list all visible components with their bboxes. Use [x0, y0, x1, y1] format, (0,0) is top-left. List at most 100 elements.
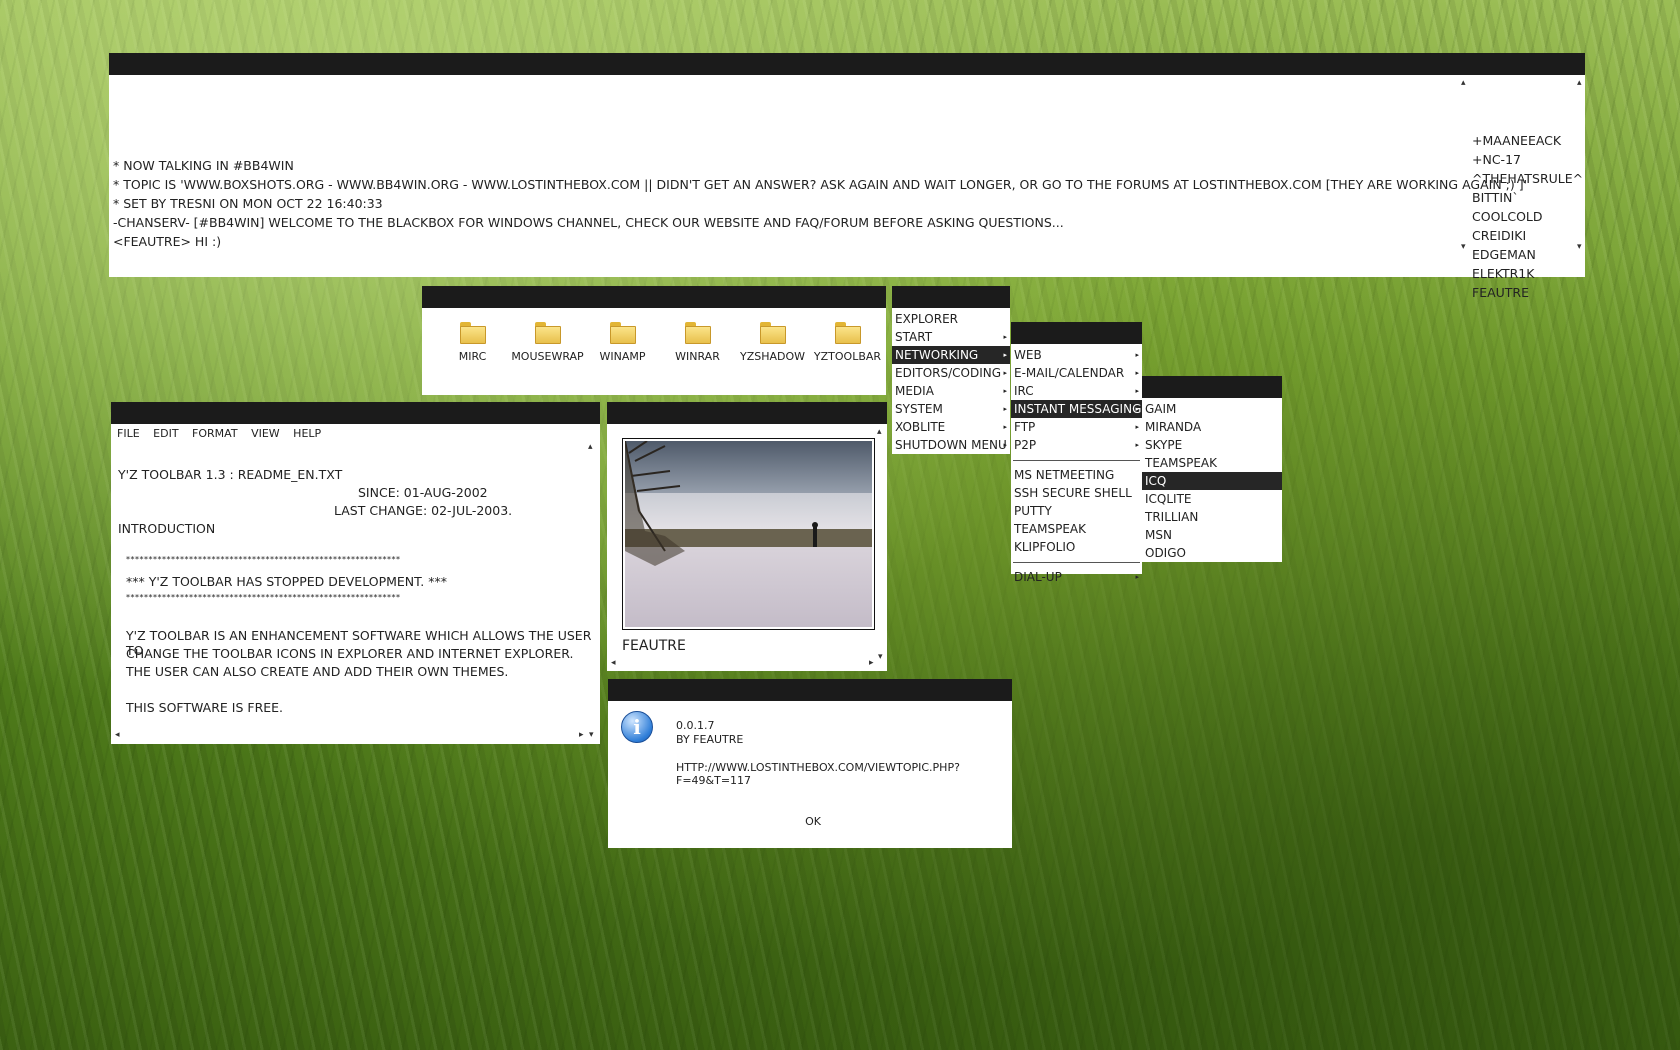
nick-item[interactable]: CREIDIKI	[1472, 226, 1582, 245]
nick-item[interactable]: FEAUTRE	[1472, 283, 1582, 302]
menu-item-skype[interactable]: SKYPE	[1142, 436, 1282, 454]
root-menu-titlebar[interactable]	[892, 286, 1010, 308]
menu-item-label: GAIM	[1145, 402, 1177, 416]
folder-winamp[interactable]: WINAMP	[585, 322, 660, 363]
ok-button[interactable]: OK	[798, 815, 828, 828]
menu-item-label: EDITORS/CODING	[895, 366, 1002, 380]
menu-item-dial-up[interactable]: DIAL-UP ▸	[1011, 568, 1142, 586]
irc-titlebar[interactable]	[109, 53, 1585, 75]
notepad-titlebar[interactable]	[111, 402, 600, 424]
menu-item-gaim[interactable]: GAIM	[1142, 400, 1282, 418]
readme-title: Y'Z TOOLBAR 1.3 : README_EN.TXT	[118, 467, 343, 482]
instant-messaging-submenu-titlebar[interactable]	[1142, 376, 1282, 398]
scroll-down-icon[interactable]: ▾	[878, 653, 883, 662]
menu-separator	[1013, 562, 1140, 563]
menu-item-system[interactable]: SYSTEM ▸	[892, 400, 1010, 418]
menu-format[interactable]: FORMAT	[192, 427, 238, 440]
folder-yzshadow[interactable]: YZSHADOW	[735, 322, 810, 363]
menu-file[interactable]: FILE	[117, 427, 140, 440]
menu-item-media[interactable]: MEDIA ▸	[892, 382, 1010, 400]
menu-item-label: MSN	[1145, 528, 1172, 542]
submenu-arrow-icon: ▸	[1003, 369, 1007, 377]
irc-message: <FEAUTRE> HI :)	[113, 234, 222, 249]
menu-help[interactable]: HELP	[293, 427, 321, 440]
menu-item-ftp[interactable]: FTP ▸	[1011, 418, 1142, 436]
submenu-arrow-icon: ▸	[1135, 351, 1139, 359]
beach-photo	[624, 440, 872, 627]
menu-item-klipfolio[interactable]: KLIPFOLIO	[1011, 538, 1142, 556]
folder-toolbar-titlebar[interactable]	[422, 286, 886, 308]
scroll-right-icon[interactable]: ▸	[579, 731, 584, 740]
irc-message: * NOW TALKING IN #BB4WIN	[113, 158, 294, 173]
nick-item[interactable]: +MAANEEACK	[1472, 131, 1582, 150]
folder-label: MIRC	[458, 350, 487, 363]
menu-item-label: KLIPFOLIO	[1014, 540, 1076, 554]
menu-item-email-calendar[interactable]: E-MAIL/CALENDAR ▸	[1011, 364, 1142, 382]
menu-item-label: P2P	[1014, 438, 1037, 452]
submenu-arrow-icon: ▸	[1135, 369, 1139, 377]
menu-item-putty[interactable]: PUTTY	[1011, 502, 1142, 520]
menu-item-start[interactable]: START ▸	[892, 328, 1010, 346]
menu-item-label: START	[895, 330, 933, 344]
scroll-left-icon[interactable]: ◂	[115, 731, 120, 740]
scroll-up-icon[interactable]: ▴	[588, 443, 593, 452]
scroll-up-icon[interactable]: ▴	[877, 428, 882, 437]
nick-item[interactable]: COOLCOLD	[1472, 207, 1582, 226]
menu-item-trillian[interactable]: TRILLIAN	[1142, 508, 1282, 526]
menu-item-networking[interactable]: NETWORKING ▸	[892, 346, 1010, 364]
menu-item-ssh-secure-shell[interactable]: SSH SECURE SHELL	[1011, 484, 1142, 502]
menu-item-web[interactable]: WEB ▸	[1011, 346, 1142, 364]
menu-item-odigo[interactable]: ODIGO	[1142, 544, 1282, 562]
menu-item-irc[interactable]: IRC ▸	[1011, 382, 1142, 400]
scroll-down-icon[interactable]: ▾	[589, 731, 594, 740]
folder-icon	[759, 322, 786, 344]
menu-item-label: SHUTDOWN MENU	[895, 438, 1007, 452]
menu-item-shutdown-menu[interactable]: SHUTDOWN MENU ▸	[892, 436, 1010, 454]
readme-line: THIS SOFTWARE IS FREE.	[126, 700, 284, 715]
scroll-down-icon[interactable]: ▾	[1577, 243, 1582, 252]
menu-item-msn[interactable]: MSN	[1142, 526, 1282, 544]
menu-item-teamspeak[interactable]: TEAMSPEAK	[1011, 520, 1142, 538]
scroll-right-icon[interactable]: ▸	[869, 659, 874, 668]
nick-item[interactable]: BITTIN`	[1472, 188, 1582, 207]
menu-item-xoblite[interactable]: XOBLITE ▸	[892, 418, 1010, 436]
readme-since: SINCE: 01-AUG-2002	[358, 485, 488, 500]
folder-mirc[interactable]: MIRC	[435, 322, 510, 363]
menu-item-label: MEDIA	[895, 384, 934, 398]
scroll-up-icon[interactable]: ▴	[1577, 79, 1582, 88]
menu-item-instant-messaging[interactable]: INSTANT MESSAGING ▸	[1011, 400, 1142, 418]
image-viewer-titlebar[interactable]	[607, 402, 887, 424]
folder-label: YZSHADOW	[739, 350, 806, 363]
nick-item[interactable]: +NC-17	[1472, 150, 1582, 169]
nick-item[interactable]: EDGEMAN	[1472, 245, 1582, 264]
nicklist-scroll-up-icon[interactable]: ▴	[1461, 79, 1466, 88]
menu-item-icqlite[interactable]: ICQLITE	[1142, 490, 1282, 508]
menu-item-teamspeak[interactable]: TEAMSPEAK	[1142, 454, 1282, 472]
submenu-arrow-icon: ▸	[1135, 423, 1139, 431]
submenu-arrow-icon: ▸	[1003, 351, 1007, 359]
menu-item-p2p[interactable]: P2P ▸	[1011, 436, 1142, 454]
nicklist-scroll-down-icon[interactable]: ▾	[1461, 243, 1466, 252]
networking-submenu-titlebar[interactable]	[1011, 322, 1142, 344]
menu-item-ms-netmeeting[interactable]: MS NETMEETING	[1011, 466, 1142, 484]
readme-last-change: LAST CHANGE: 02-JUL-2003.	[334, 503, 513, 518]
nick-item[interactable]: ELEKTR1K	[1472, 264, 1582, 283]
scroll-left-icon[interactable]: ◂	[611, 659, 616, 668]
version-text: 0.0.1.7	[676, 719, 715, 732]
about-dialog-titlebar[interactable]	[608, 679, 1012, 701]
menu-item-label: EXPLORER	[895, 312, 958, 326]
folder-icon	[459, 322, 486, 344]
menu-item-editors-coding[interactable]: EDITORS/CODING ▸	[892, 364, 1010, 382]
menu-item-label: WEB	[1014, 348, 1042, 362]
nick-item[interactable]: ^THEHATSRULE^	[1472, 169, 1583, 188]
menu-edit[interactable]: EDIT	[153, 427, 178, 440]
folder-yztoolbar[interactable]: YZTOOLBAR	[810, 322, 885, 363]
menu-item-miranda[interactable]: MIRANDA	[1142, 418, 1282, 436]
menu-item-explorer[interactable]: EXPLORER	[892, 310, 1010, 328]
menu-item-icq[interactable]: ICQ	[1142, 472, 1282, 490]
folder-mousewrap[interactable]: MOUSEWRAP	[510, 322, 585, 363]
topic-link[interactable]: HTTP://WWW.LOSTINTHEBOX.COM/VIEWTOPIC.PH…	[676, 761, 1012, 787]
menu-view[interactable]: VIEW	[251, 427, 280, 440]
folder-winrar[interactable]: WINRAR	[660, 322, 735, 363]
folder-icon	[684, 322, 711, 344]
